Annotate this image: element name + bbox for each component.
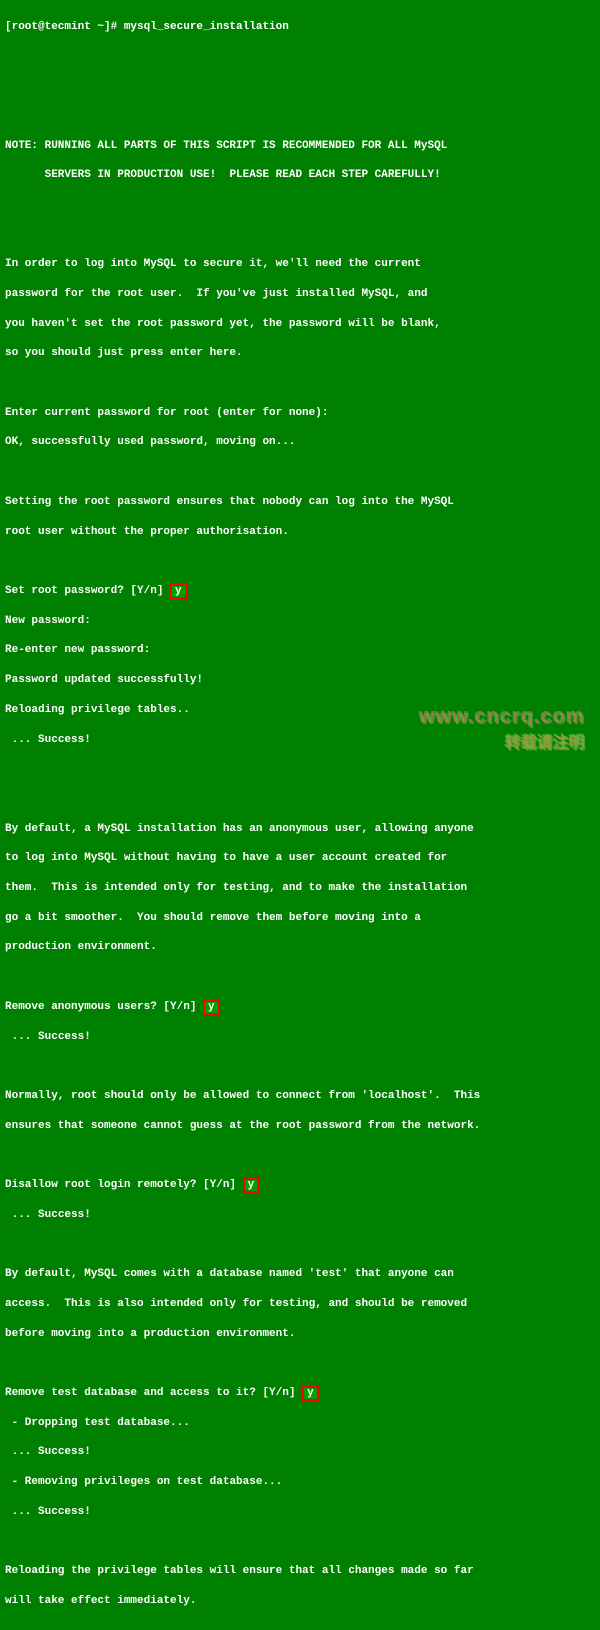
intro-text: so you should just press enter here.: [5, 346, 595, 361]
info-text: them. This is intended only for testing,…: [5, 881, 595, 896]
disallow-root-login-prompt[interactable]: Disallow root login remotely? [Y/n]: [5, 1179, 243, 1191]
status-text: Password updated successfully!: [5, 673, 595, 688]
status-text: - Removing privileges on test database..…: [5, 1475, 595, 1490]
intro-text: password for the root user. If you've ju…: [5, 287, 595, 302]
note-text: NOTE: RUNNING ALL PARTS OF THIS SCRIPT I…: [5, 139, 595, 154]
user-input-y: y: [203, 1000, 220, 1015]
info-text: Reloading the privilege tables will ensu…: [5, 1564, 595, 1579]
remove-test-db-prompt[interactable]: Remove test database and access to it? […: [5, 1387, 302, 1399]
info-text: root user without the proper authorisati…: [5, 525, 595, 540]
set-root-password-prompt[interactable]: Set root password? [Y/n]: [5, 585, 170, 597]
shell-prompt: [root@tecmint ~]# mysql_secure_installat…: [5, 20, 595, 35]
status-text: - Dropping test database...: [5, 1416, 595, 1431]
info-text: By default, a MySQL installation has an …: [5, 822, 595, 837]
success-text: ... Success!: [5, 1505, 595, 1520]
note-text: SERVERS IN PRODUCTION USE! PLEASE READ E…: [5, 168, 595, 183]
info-text: to log into MySQL without having to have…: [5, 851, 595, 866]
info-text: ensures that someone cannot guess at the…: [5, 1119, 595, 1134]
status-text: OK, successfully used password, moving o…: [5, 435, 595, 450]
info-text: go a bit smoother. You should remove the…: [5, 911, 595, 926]
info-text: Setting the root password ensures that n…: [5, 495, 595, 510]
info-text: access. This is also intended only for t…: [5, 1297, 595, 1312]
user-input-y: y: [243, 1178, 260, 1193]
terminal-output: [root@tecmint ~]# mysql_secure_installat…: [5, 5, 595, 1630]
intro-text: In order to log into MySQL to secure it,…: [5, 257, 595, 272]
password-prompt[interactable]: Enter current password for root (enter f…: [5, 406, 595, 421]
success-text: ... Success!: [5, 1208, 595, 1223]
info-text: production environment.: [5, 940, 595, 955]
status-text: Reloading privilege tables..: [5, 703, 595, 718]
reenter-password-prompt[interactable]: Re-enter new password:: [5, 643, 595, 658]
info-text: Normally, root should only be allowed to…: [5, 1089, 595, 1104]
success-text: ... Success!: [5, 1445, 595, 1460]
success-text: ... Success!: [5, 733, 595, 748]
user-input-y: y: [170, 584, 187, 599]
new-password-prompt[interactable]: New password:: [5, 614, 595, 629]
user-input-y: y: [302, 1386, 319, 1401]
info-text: By default, MySQL comes with a database …: [5, 1267, 595, 1282]
info-text: before moving into a production environm…: [5, 1327, 595, 1342]
intro-text: you haven't set the root password yet, t…: [5, 317, 595, 332]
info-text: will take effect immediately.: [5, 1594, 595, 1609]
remove-anon-users-prompt[interactable]: Remove anonymous users? [Y/n]: [5, 1001, 203, 1013]
success-text: ... Success!: [5, 1030, 595, 1045]
